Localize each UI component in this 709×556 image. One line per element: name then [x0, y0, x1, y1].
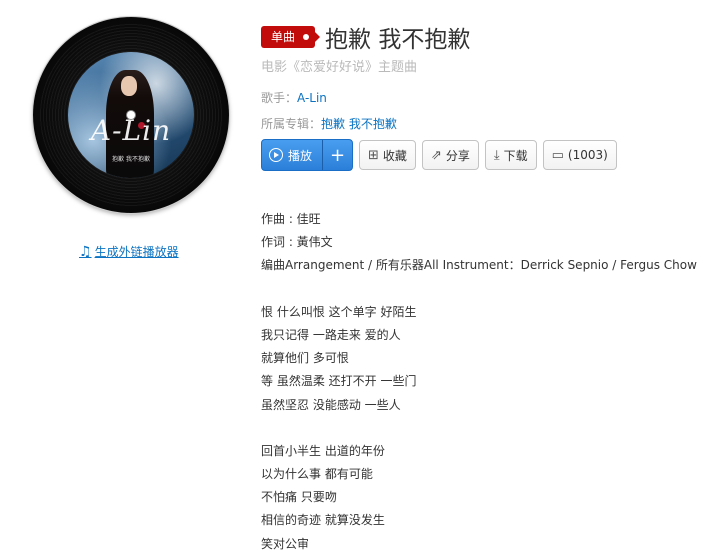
share-button[interactable]: ⇗ 分享 [421, 140, 479, 170]
favorite-button[interactable]: ⊞ 收藏 [359, 140, 416, 170]
folder-plus-icon: ⊞ [368, 147, 379, 163]
play-button[interactable]: 播放 [262, 140, 322, 170]
play-label: 播放 [288, 148, 313, 163]
comment-icon: ▭ [551, 147, 564, 163]
artist-label: 歌手： [261, 91, 298, 105]
outchain-label: 生成外链播放器 [94, 245, 179, 259]
album-disc: A-Lin 抱歉 我不抱歉 [33, 17, 229, 213]
play-button-group: 播放 + [261, 139, 354, 171]
album-row: 所属专辑：抱歉 我不抱歉 [261, 115, 397, 132]
single-badge-label: 单曲 [271, 30, 296, 44]
disc-center-hole [127, 111, 135, 119]
download-label: 下载 [503, 148, 528, 163]
song-header: 单曲 抱歉 我不抱歉 电影《恋爱好好说》主题曲 [261, 20, 699, 75]
add-to-playlist-button[interactable]: + [322, 140, 352, 170]
action-buttons: 播放 + ⊞ 收藏 ⇗ 分享 ⤓ 下载 ▭ (1003) [261, 139, 617, 171]
lyric-gap [261, 278, 701, 301]
favorite-label: 收藏 [382, 148, 407, 163]
lyric-line: 以为什么事 都有可能 [261, 467, 373, 482]
lyric-line: 不怕痛 只要吻 [261, 490, 337, 505]
lyric-line: 虽然坚忍 没能感动 一些人 [261, 397, 401, 412]
share-label: 分享 [445, 148, 470, 163]
download-icon: ⤓ [493, 147, 500, 163]
music-note-icon: ♫ [79, 243, 92, 260]
comments-count: (1003) [567, 148, 608, 162]
comments-button[interactable]: ▭ (1003) [542, 140, 617, 170]
artist-row: 歌手：A-Lin [261, 89, 327, 106]
lyric-line: 就算他们 多可恨 [261, 351, 349, 366]
title-row: 单曲 抱歉 我不抱歉 [261, 20, 699, 54]
share-icon: ⇗ [430, 147, 442, 163]
album-link[interactable]: 抱歉 我不抱歉 [321, 117, 397, 131]
download-button[interactable]: ⤓ 下载 [484, 140, 537, 170]
artist-link[interactable]: A-Lin [297, 91, 327, 105]
lyric-line: 我只记得 一路走来 爱的人 [261, 327, 401, 342]
cover-art-subtitle: 抱歉 我不抱歉 [112, 156, 150, 163]
lyric-line: 笑对公审 [261, 536, 310, 551]
album-label: 所属专辑： [261, 117, 322, 131]
lyric-credit-lyricist: 作词 : 黃伟文 [261, 235, 333, 250]
lyric-gap [261, 417, 701, 440]
lyric-line: 相信的奇迹 就算没发生 [261, 513, 385, 528]
lyrics-panel: 作曲 : 佳旺 作词 : 黃伟文 编曲Arrangement / 所有乐器All… [261, 208, 701, 556]
lyric-line: 恨 什么叫恨 这个单字 好陌生 [261, 304, 417, 319]
lyric-line: 等 虽然温柔 还打不开 一些门 [261, 374, 417, 389]
lyric-credit-composer: 作曲 : 佳旺 [261, 212, 321, 226]
lyric-credit-arrangement: 编曲Arrangement / 所有乐器All Instrument：Derri… [261, 258, 697, 273]
badge-arrow-icon [315, 32, 321, 42]
badge-dot-icon [303, 34, 310, 40]
song-subtitle: 电影《恋爱好好说》主题曲 [261, 60, 418, 75]
cover-face [121, 76, 137, 96]
generate-outchain-player-link[interactable]: ♫ 生成外链播放器 [79, 243, 179, 260]
lyric-line: 回首小半生 出道的年份 [261, 443, 385, 458]
song-title: 抱歉 我不抱歉 [325, 27, 471, 53]
play-icon [269, 148, 283, 162]
single-badge: 单曲 [261, 26, 321, 48]
